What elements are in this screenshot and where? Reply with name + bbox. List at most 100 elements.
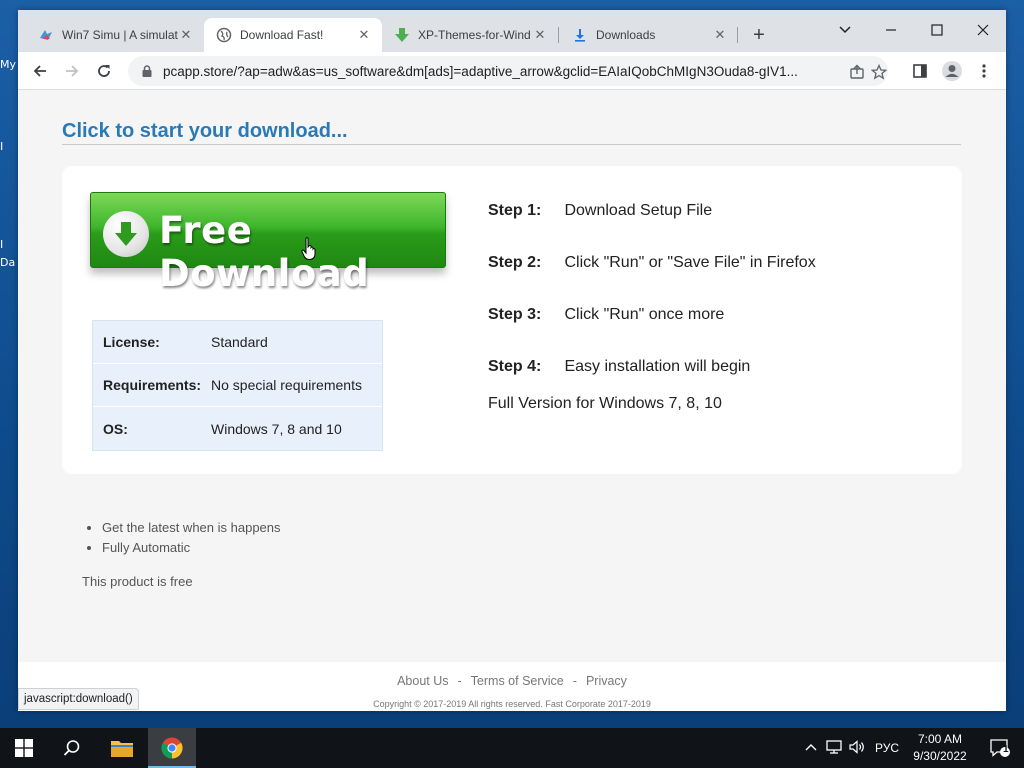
terms-of-service-link[interactable]: Terms of Service [471, 674, 564, 688]
taskbar: РУС 7:00 AM 9/30/2022 1 [0, 728, 1024, 768]
arrow-right-icon [66, 65, 79, 77]
close-icon[interactable]: ✕ [178, 27, 194, 43]
search-icon [63, 740, 80, 756]
share-icon[interactable] [848, 63, 866, 81]
tab-xp-themes[interactable]: XP-Themes-for-Wind ✕ [382, 18, 558, 52]
tab-search-button[interactable] [822, 16, 868, 44]
step-item: Step 1: Download Setup File [488, 202, 712, 220]
footer-separator: - [572, 674, 577, 688]
step-text: Download Setup File [564, 202, 713, 219]
reload-button[interactable] [90, 57, 118, 85]
desktop-icon-label[interactable]: I [0, 238, 3, 251]
feature-list: Get the latest when is happens Fully Aut… [102, 520, 281, 560]
footer-separator: - [457, 674, 462, 688]
close-icon[interactable]: ✕ [532, 27, 548, 43]
about-us-link[interactable]: About Us [397, 674, 448, 688]
info-table: License: Standard Requirements: No speci… [92, 320, 383, 451]
tab-title: XP-Themes-for-Wind [418, 28, 531, 42]
folder-icon [111, 741, 133, 757]
tab-win7-simu[interactable]: Win7 Simu | A simulat ✕ [26, 18, 204, 52]
tab-title: Download Fast! [240, 28, 324, 42]
table-row: OS: Windows 7, 8 and 10 [93, 407, 382, 450]
side-panel-button[interactable] [906, 57, 934, 85]
green-download-arrow-icon [394, 27, 410, 43]
file-explorer-button[interactable] [98, 728, 146, 768]
tab-download-fast[interactable]: Download Fast! ✕ [204, 18, 382, 52]
arrow-left-icon [33, 65, 46, 77]
list-item: Fully Automatic [102, 540, 281, 555]
tab-downloads[interactable]: Downloads ✕ [560, 18, 738, 52]
avatar-icon [942, 61, 962, 81]
status-bubble: javascript:download() [18, 688, 139, 710]
info-key: OS: [103, 420, 128, 437]
notification-count: 1 [1003, 744, 1009, 755]
step-text: Easy installation will begin [564, 358, 751, 375]
page-title: Click to start your download... [62, 120, 348, 142]
table-row: License: Standard [93, 321, 382, 364]
browser-toolbar: pcapp.store/?ap=adw&as=us_software&dm[ad… [18, 52, 1006, 90]
free-download-button[interactable]: Free Download [90, 192, 446, 295]
hand-cursor-icon [301, 237, 316, 260]
full-version-text: Full Version for Windows 7, 8, 10 [488, 395, 722, 412]
chevron-down-icon [839, 26, 851, 34]
download-arrow-icon [103, 211, 149, 257]
start-button[interactable] [0, 728, 48, 768]
step-item: Step 4: Easy installation will begin [488, 358, 750, 376]
browser-window: Win7 Simu | A simulat ✕ Download Fast! ✕… [18, 10, 1006, 711]
lock-icon [142, 65, 152, 77]
win7-simu-icon [38, 27, 54, 43]
download-card: Free Download License: Standard Requirem… [62, 166, 962, 474]
step-item: Step 3: Click "Run" once more [488, 306, 724, 324]
download-icon [572, 27, 588, 43]
reload-icon [98, 65, 110, 77]
windows-logo-icon [15, 739, 33, 757]
chevron-up-icon[interactable] [803, 741, 819, 755]
info-key: Requirements: [103, 377, 202, 393]
clock-time: 7:00 AM [917, 732, 963, 746]
tab-separator [558, 27, 559, 43]
tab-separator [737, 27, 738, 43]
step-item: Step 2: Click "Run" or "Save File" in Fi… [488, 254, 816, 272]
desktop-icon-label[interactable]: Da [0, 256, 15, 269]
close-icon[interactable]: ✕ [356, 27, 372, 43]
minimize-icon [886, 29, 896, 31]
side-panel-icon [913, 64, 927, 78]
minimize-button[interactable] [868, 16, 914, 44]
tab-title: Win7 Simu | A simulat [62, 28, 178, 42]
chrome-icon [161, 737, 183, 759]
info-value: Standard [211, 334, 268, 350]
search-button[interactable] [48, 728, 96, 768]
clock[interactable]: 7:00 AM 9/30/2022 [905, 731, 975, 765]
new-tab-button[interactable]: + [748, 25, 770, 47]
close-icon[interactable]: ✕ [712, 27, 728, 43]
profile-button[interactable] [938, 57, 966, 85]
tab-strip: Win7 Simu | A simulat ✕ Download Fast! ✕… [18, 10, 1006, 52]
list-item: Get the latest when is happens [102, 520, 281, 535]
system-tray: РУС [803, 728, 899, 768]
volume-icon[interactable] [847, 739, 867, 757]
language-indicator[interactable]: РУС [875, 741, 899, 755]
maximize-icon [931, 24, 943, 36]
close-window-button[interactable] [960, 16, 1006, 44]
notification-center-button[interactable]: 1 [976, 728, 1024, 768]
desktop-icon-label[interactable]: I [0, 140, 3, 153]
bookmark-star-icon[interactable] [870, 63, 888, 81]
kebab-menu-icon [982, 64, 986, 78]
forward-button[interactable] [58, 57, 86, 85]
maximize-button[interactable] [914, 16, 960, 44]
chrome-taskbar-button[interactable] [148, 728, 196, 768]
info-key: License: [103, 334, 160, 350]
desktop-icon-label[interactable]: My [0, 58, 16, 71]
clock-date: 9/30/2022 [913, 749, 967, 763]
address-bar[interactable]: pcapp.store/?ap=adw&as=us_software&dm[ad… [128, 56, 888, 86]
page-footer: About Us - Terms of Service - Privacy Copyri… [18, 662, 1006, 711]
copyright-text: Copyright © 2017-2019 All rights reserve… [373, 699, 651, 709]
step-label: Step 1: [488, 202, 542, 219]
privacy-link[interactable]: Privacy [586, 674, 627, 688]
url-text[interactable]: pcapp.store/?ap=adw&as=us_software&dm[ad… [163, 64, 823, 79]
product-free-text: This product is free [82, 574, 193, 589]
back-button[interactable] [26, 57, 54, 85]
divider [62, 144, 961, 145]
network-icon[interactable] [821, 739, 847, 757]
menu-button[interactable] [970, 57, 998, 85]
